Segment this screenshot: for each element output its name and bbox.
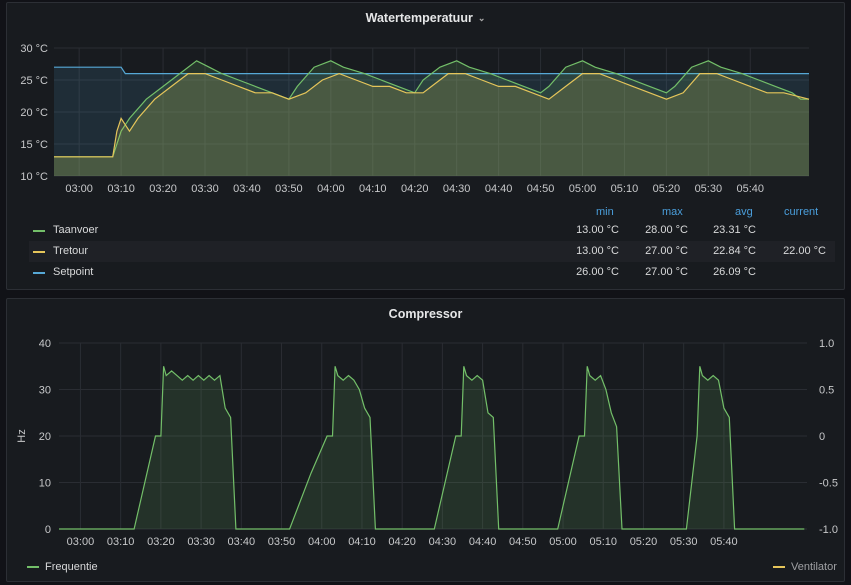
y-right-tick-label: -1.0: [819, 524, 838, 536]
y-tick-label: 20 °C: [20, 107, 48, 119]
panel-watertemperatuur: Watertemperatuur ⌄ 30 °C 25 °C 20 °C 15 °C 10…: [6, 2, 845, 290]
legend-item-ventilator[interactable]: Ventilator: [773, 561, 837, 573]
legend-series-name: Frequentie: [45, 561, 98, 573]
x-tick-label: 05:10: [589, 536, 617, 548]
legend-series-name: Ventilator: [791, 561, 837, 573]
x-tick-label: 03:50: [275, 183, 303, 195]
y-left-tick-label: 40: [39, 338, 51, 350]
x-tick-label: 04:00: [308, 536, 336, 548]
legend-series-name[interactable]: Taanvoer: [53, 224, 98, 236]
x-tick-label: 05:20: [653, 183, 681, 195]
legend-item-frequentie[interactable]: Frequentie: [27, 561, 98, 573]
y-tick-label: 25 °C: [20, 75, 48, 87]
legend-header-current[interactable]: current: [784, 206, 818, 218]
y-left-tick-label: 0: [45, 524, 51, 536]
x-tick-label: 05:40: [710, 536, 738, 548]
x-tick-label: 05:00: [549, 536, 577, 548]
temperature-chart: 30 °C 25 °C 20 °C 15 °C 10 °C 03:00 03:10 03:20…: [20, 43, 810, 195]
x-tick-label: 03:30: [191, 183, 219, 195]
x-tick-label: 05:30: [670, 536, 698, 548]
y-right-tick-label: -0.5: [819, 478, 838, 490]
x-tick-label: 03:00: [65, 183, 93, 195]
x-tick-label: 05:00: [569, 183, 597, 195]
y-axis-label: Hz: [16, 429, 28, 442]
x-tick-label: 04:30: [429, 536, 457, 548]
series-area-frequentie: [59, 366, 805, 529]
legend-min: 13.00 °C: [576, 224, 619, 236]
legend-row-taanvoer[interactable]: Taanvoer 13.00 °C 28.00 °C 23.31 °C: [29, 220, 835, 241]
x-tick-label: 05:30: [695, 183, 723, 195]
legend-min: 13.00 °C: [576, 245, 619, 257]
legend-swatch: [33, 251, 45, 253]
legend-swatch: [27, 566, 39, 569]
x-tick-label: 03:40: [228, 536, 256, 548]
legend-avg: 22.84 °C: [713, 245, 756, 257]
legend-header-min[interactable]: min: [596, 206, 614, 218]
x-tick-label: 04:10: [348, 536, 376, 548]
y-right-tick-label: 1.0: [819, 338, 834, 350]
x-tick-label: 03:50: [268, 536, 296, 548]
x-tick-label: 03:00: [67, 536, 95, 548]
y-tick-label: 30 °C: [20, 43, 48, 55]
x-tick-label: 03:20: [147, 536, 175, 548]
x-tick-label: 04:10: [359, 183, 387, 195]
legend-row-tretour[interactable]: Tretour 13.00 °C 27.00 °C 22.84 °C 22.00…: [29, 241, 835, 262]
compressor-chart: 40 1.0 30 0.5 20 0 10 -0.5 0 -1.0 03:00 03:10 03:20 0…: [16, 338, 838, 548]
x-tick-label: 03:10: [107, 536, 135, 548]
x-tick-label: 04:40: [485, 183, 513, 195]
y-right-tick-label: 0: [819, 431, 825, 443]
x-tick-label: 03:40: [233, 183, 261, 195]
x-tick-label: 04:00: [317, 183, 345, 195]
legend-row-setpoint[interactable]: Setpoint 26.00 °C 27.00 °C 26.09 °C: [29, 262, 835, 283]
x-tick-label: 04:20: [401, 183, 429, 195]
legend-series-name[interactable]: Tretour: [53, 245, 88, 257]
x-tick-label: 04:30: [443, 183, 471, 195]
legend-series-name[interactable]: Setpoint: [53, 266, 93, 278]
x-tick-label: 04:20: [388, 536, 416, 548]
legend-avg: 23.31 °C: [713, 224, 756, 236]
legend-avg: 26.09 °C: [713, 266, 756, 278]
y-left-tick-label: 30: [39, 385, 51, 397]
legend-header-max[interactable]: max: [662, 206, 683, 218]
legend-swatch: [33, 272, 45, 274]
y-left-tick-label: 10: [39, 478, 51, 490]
x-tick-label: 03:20: [149, 183, 177, 195]
legend-swatch: [33, 230, 45, 232]
panel-compressor: Compressor 40 1.0 30 0.5 20 0 10 -0.5 0 -1.0 03:00…: [6, 298, 845, 582]
y-right-tick-label: 0.5: [819, 385, 834, 397]
y-tick-label: 15 °C: [20, 139, 48, 151]
x-tick-label: 05:40: [737, 183, 765, 195]
legend-min: 26.00 °C: [576, 266, 619, 278]
x-tick-label: 03:10: [107, 183, 135, 195]
x-tick-label: 04:50: [509, 536, 537, 548]
x-tick-label: 04:50: [527, 183, 555, 195]
legend-header-avg[interactable]: avg: [735, 206, 753, 218]
y-left-tick-label: 20: [39, 431, 51, 443]
legend-current: 22.00 °C: [783, 245, 826, 257]
x-tick-label: 03:30: [187, 536, 215, 548]
legend-swatch: [773, 566, 785, 569]
x-tick-label: 05:20: [630, 536, 658, 548]
y-tick-label: 10 °C: [20, 171, 48, 183]
x-tick-label: 04:40: [469, 536, 497, 548]
x-tick-label: 05:10: [611, 183, 639, 195]
